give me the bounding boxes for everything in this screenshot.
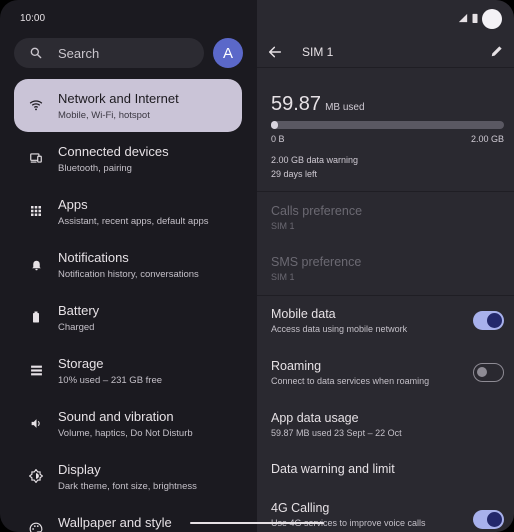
- bell-icon: [29, 257, 43, 271]
- sim-detail-pane: SIM 1 59.87 MB used 0 B 2.00 GB 2.00 GB …: [257, 0, 514, 532]
- battery-icon: [29, 310, 43, 324]
- menu-item-wallpaper[interactable]: Wallpaper and style: [0, 503, 257, 532]
- bar-min-label: 0 B: [271, 134, 285, 144]
- signal-icon: [458, 10, 468, 28]
- row-title: Roaming: [271, 359, 322, 373]
- toggle-knob: [487, 313, 502, 328]
- menu-item-subtitle: Dark theme, font size, brightness: [58, 481, 197, 492]
- menu-item-apps[interactable]: Apps Assistant, recent apps, default app…: [0, 185, 257, 238]
- menu-item-title: Display: [58, 462, 101, 477]
- battery-status-icon: [472, 10, 478, 28]
- row-title: App data usage: [271, 411, 359, 425]
- row-subtitle: SIM 1: [271, 272, 295, 282]
- usage-unit: MB used: [325, 102, 365, 113]
- menu-item-storage[interactable]: Storage 10% used – 231 GB free: [0, 344, 257, 397]
- usage-progress-bar: [271, 121, 504, 129]
- toggle-knob: [487, 512, 502, 527]
- row-subtitle: Connect to data services when roaming: [271, 376, 430, 386]
- mobile-data-row[interactable]: Mobile data Access data using mobile net…: [271, 306, 506, 335]
- divider: [257, 295, 514, 296]
- roaming-toggle[interactable]: [473, 363, 504, 382]
- menu-item-subtitle: Volume, haptics, Do Not Disturb: [58, 428, 193, 439]
- brightness-icon: [29, 469, 43, 483]
- menu-item-display[interactable]: Display Dark theme, font size, brightnes…: [0, 450, 257, 503]
- row-subtitle: Access data using mobile network: [271, 324, 408, 334]
- back-arrow-icon[interactable]: [267, 44, 283, 60]
- toggle-knob: [477, 367, 487, 377]
- search-label: Search: [58, 45, 100, 61]
- app-data-usage-row[interactable]: App data usage 59.87 MB used 23 Sept – 2…: [271, 410, 506, 439]
- menu-item-subtitle: 10% used – 231 GB free: [58, 375, 163, 386]
- apps-grid-icon: [29, 204, 43, 218]
- search-bar[interactable]: Search: [14, 38, 204, 68]
- calls-preference-row: Calls preference SIM 1: [271, 203, 506, 232]
- wifi-icon: [29, 98, 43, 112]
- usage-progress-fill: [271, 121, 278, 129]
- menu-item-subtitle: Notification history, conversations: [58, 269, 199, 280]
- status-icons: [458, 9, 502, 29]
- menu-item-subtitle: Assistant, recent apps, default apps: [58, 216, 209, 227]
- menu-item-title: Sound and vibration: [58, 409, 174, 424]
- app-bar: SIM 1: [257, 38, 514, 66]
- menu-item-notifications[interactable]: Notifications Notification history, conv…: [0, 238, 257, 291]
- device-screen: 10:00 Search A Network and Internet Mobi…: [0, 0, 514, 532]
- sms-preference-row: SMS preference SIM 1: [271, 254, 506, 283]
- row-title: Calls preference: [271, 204, 363, 218]
- camera-cutout: [482, 9, 502, 29]
- row-title: Mobile data: [271, 307, 336, 321]
- gesture-nav-bar[interactable]: [190, 522, 324, 524]
- palette-icon: [29, 522, 43, 532]
- row-subtitle: 59.87 MB used 23 Sept – 22 Oct: [271, 428, 402, 438]
- row-subtitle: SIM 1: [271, 221, 295, 231]
- menu-item-title: Storage: [58, 356, 104, 371]
- data-warning-text: 2.00 GB data warning: [271, 155, 359, 165]
- menu-item-subtitle: Mobile, Wi-Fi, hotspot: [58, 110, 150, 121]
- storage-icon: [29, 363, 43, 377]
- data-warning-limit-row[interactable]: Data warning and limit: [271, 461, 506, 477]
- mobile-data-toggle[interactable]: [473, 311, 504, 330]
- row-title: SMS preference: [271, 255, 362, 269]
- settings-list-pane: 10:00 Search A Network and Internet Mobi…: [0, 0, 257, 532]
- roaming-row[interactable]: Roaming Connect to data services when ro…: [271, 358, 506, 387]
- search-icon: [28, 45, 44, 61]
- devices-icon: [29, 151, 43, 165]
- menu-item-subtitle: Charged: [58, 322, 95, 333]
- 4g-calling-toggle[interactable]: [473, 510, 504, 529]
- menu-item-title: Battery: [58, 303, 100, 318]
- menu-item-battery[interactable]: Battery Charged: [0, 291, 257, 344]
- menu-item-network[interactable]: Network and Internet Mobile, Wi-Fi, hots…: [14, 79, 242, 132]
- edit-pencil-icon[interactable]: [490, 44, 504, 58]
- days-left-text: 29 days left: [271, 169, 318, 179]
- bar-max-label: 2.00 GB: [470, 134, 504, 144]
- menu-item-connected-devices[interactable]: Connected devices Bluetooth, pairing: [0, 132, 257, 185]
- menu-item-title: Wallpaper and style: [58, 515, 172, 530]
- menu-item-title: Connected devices: [58, 144, 169, 159]
- menu-item-title: Notifications: [58, 250, 129, 265]
- 4g-calling-row[interactable]: 4G Calling Use 4G services to improve vo…: [271, 500, 506, 529]
- menu-item-sound[interactable]: Sound and vibration Volume, haptics, Do …: [0, 397, 257, 450]
- volume-icon: [29, 416, 43, 430]
- row-title: Data warning and limit: [271, 462, 395, 476]
- usage-value: 59.87: [271, 93, 322, 115]
- data-usage-summary: 59.87 MB used: [271, 93, 365, 116]
- divider: [257, 67, 514, 68]
- menu-item-title: Network and Internet: [58, 91, 179, 106]
- row-title: 4G Calling: [271, 501, 330, 515]
- status-time: 10:00: [20, 13, 46, 24]
- page-title: SIM 1: [302, 45, 334, 59]
- menu-item-subtitle: Bluetooth, pairing: [58, 163, 132, 174]
- settings-menu: Network and Internet Mobile, Wi-Fi, hots…: [0, 79, 257, 532]
- divider: [257, 191, 514, 192]
- menu-item-title: Apps: [58, 197, 88, 212]
- avatar[interactable]: A: [213, 38, 243, 68]
